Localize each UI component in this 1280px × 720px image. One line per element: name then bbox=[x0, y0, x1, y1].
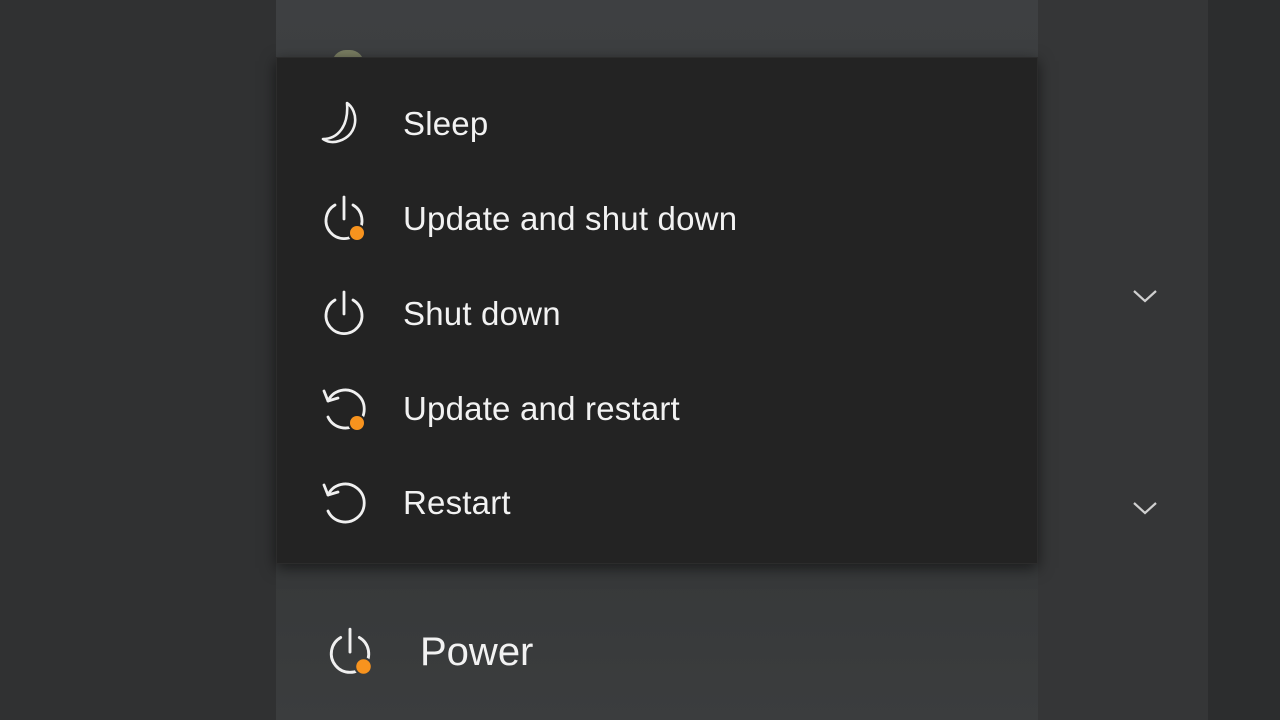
menu-item-shut-down[interactable]: Shut down bbox=[277, 267, 1037, 361]
restart-update-icon bbox=[317, 382, 371, 436]
start-menu-tile-area bbox=[1038, 0, 1208, 720]
power-update-icon bbox=[322, 624, 378, 680]
power-options-menu: Sleep Update and shut down Shut down Upd… bbox=[276, 57, 1038, 564]
desktop-start-menu: Sleep Update and shut down Shut down Upd… bbox=[0, 0, 1280, 720]
update-badge bbox=[350, 416, 364, 430]
menu-item-sleep[interactable]: Sleep bbox=[277, 77, 1037, 171]
chevron-down-icon[interactable] bbox=[1131, 498, 1159, 518]
menu-item-restart[interactable]: Restart bbox=[277, 456, 1037, 550]
menu-item-update-and-restart[interactable]: Update and restart bbox=[277, 362, 1037, 456]
menu-item-label: Update and restart bbox=[403, 390, 680, 427]
power-button[interactable]: Power bbox=[276, 600, 1038, 704]
restart-icon bbox=[317, 476, 371, 530]
moon-icon bbox=[317, 97, 371, 151]
menu-item-update-and-shut-down[interactable]: Update and shut down bbox=[277, 172, 1037, 266]
menu-item-label: Sleep bbox=[403, 105, 489, 142]
update-badge bbox=[350, 226, 364, 240]
power-button-label: Power bbox=[420, 629, 534, 674]
power-update-icon bbox=[317, 192, 371, 246]
power-icon bbox=[317, 287, 371, 341]
chevron-down-icon[interactable] bbox=[1131, 286, 1159, 306]
menu-item-label: Shut down bbox=[403, 295, 561, 332]
menu-item-label: Update and shut down bbox=[403, 200, 738, 237]
desktop-edge bbox=[1208, 0, 1280, 720]
menu-item-label: Restart bbox=[403, 484, 511, 521]
update-badge bbox=[356, 659, 371, 674]
